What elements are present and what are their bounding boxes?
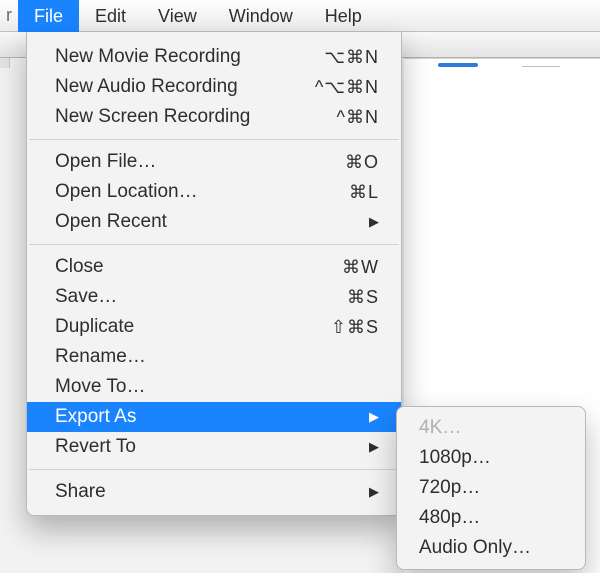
- menu-item-new-screen-recording[interactable]: New Screen Recording ^⌘N: [27, 102, 401, 132]
- menu-item-label: Open Recent: [55, 211, 363, 233]
- menu-item-shortcut: ⇧⌘S: [289, 317, 379, 338]
- submenu-item-label: 720p…: [419, 477, 480, 499]
- menu-item-edit[interactable]: Edit: [79, 0, 142, 32]
- menu-item-shortcut: ⌘L: [289, 182, 379, 203]
- file-menu-dropdown: New Movie Recording ⌥⌘N New Audio Record…: [26, 32, 402, 516]
- menu-item-open-recent[interactable]: Open Recent ▶: [27, 207, 401, 237]
- menu-item-help[interactable]: Help: [309, 0, 378, 32]
- submenu-item-480p[interactable]: 480p…: [397, 503, 585, 533]
- menu-item-revert-to[interactable]: Revert To ▶: [27, 432, 401, 462]
- submenu-item-label: Audio Only…: [419, 537, 531, 559]
- menu-separator: [29, 244, 399, 245]
- menu-item-label: Open File…: [55, 151, 289, 173]
- submenu-item-label: 4K…: [419, 417, 461, 439]
- menu-item-export-as[interactable]: Export As ▶: [27, 402, 401, 432]
- submenu-arrow-icon: ▶: [363, 484, 379, 500]
- menu-item-open-file[interactable]: Open File… ⌘O: [27, 147, 401, 177]
- submenu-item-label: 1080p…: [419, 447, 491, 469]
- menu-item-label: New Screen Recording: [55, 106, 289, 128]
- menu-item-label: Export As: [55, 406, 363, 428]
- menu-item-view[interactable]: View: [142, 0, 213, 32]
- menu-item-label: Open Location…: [55, 181, 289, 203]
- export-as-submenu: 4K… 1080p… 720p… 480p… Audio Only…: [396, 406, 586, 570]
- submenu-item-720p[interactable]: 720p…: [397, 473, 585, 503]
- left-edge-sliver: [0, 58, 10, 68]
- menu-item-label: Save…: [55, 286, 289, 308]
- submenu-item-4k: 4K…: [397, 413, 585, 443]
- menu-separator: [29, 469, 399, 470]
- menu-item-share[interactable]: Share ▶: [27, 477, 401, 507]
- menu-item-label: Rename…: [55, 346, 379, 368]
- menu-item-save[interactable]: Save… ⌘S: [27, 282, 401, 312]
- menu-item-label: Duplicate: [55, 316, 289, 338]
- submenu-arrow-icon: ▶: [363, 214, 379, 230]
- submenu-item-audio-only[interactable]: Audio Only…: [397, 533, 585, 563]
- menu-item-move-to[interactable]: Move To…: [27, 372, 401, 402]
- menu-item-new-audio-recording[interactable]: New Audio Recording ^⌥⌘N: [27, 72, 401, 102]
- menu-item-close[interactable]: Close ⌘W: [27, 252, 401, 282]
- menu-item-shortcut: ⌥⌘N: [289, 47, 379, 68]
- menu-item-duplicate[interactable]: Duplicate ⇧⌘S: [27, 312, 401, 342]
- menu-item-label: Share: [55, 481, 363, 503]
- menu-item-rename[interactable]: Rename…: [27, 342, 401, 372]
- menu-item-truncated: r: [4, 1, 18, 30]
- menu-item-shortcut: ^⌥⌘N: [289, 77, 379, 98]
- menu-item-shortcut: ⌘W: [289, 257, 379, 278]
- menu-item-shortcut: ^⌘N: [289, 107, 379, 128]
- menu-separator: [29, 139, 399, 140]
- menu-item-label: Revert To: [55, 436, 363, 458]
- menu-item-file[interactable]: File: [18, 0, 79, 32]
- menu-item-new-movie-recording[interactable]: New Movie Recording ⌥⌘N: [27, 42, 401, 72]
- menu-item-label: Close: [55, 256, 289, 278]
- submenu-item-1080p[interactable]: 1080p…: [397, 443, 585, 473]
- submenu-item-label: 480p…: [419, 507, 480, 529]
- menu-item-label: Move To…: [55, 376, 379, 398]
- menu-item-shortcut: ⌘O: [289, 152, 379, 173]
- menubar: r File Edit View Window Help: [0, 0, 600, 32]
- menu-item-label: New Movie Recording: [55, 46, 289, 68]
- menu-item-open-location[interactable]: Open Location… ⌘L: [27, 177, 401, 207]
- submenu-arrow-icon: ▶: [363, 409, 379, 425]
- submenu-arrow-icon: ▶: [363, 439, 379, 455]
- menu-item-window[interactable]: Window: [213, 0, 309, 32]
- menu-item-label: New Audio Recording: [55, 76, 289, 98]
- menu-item-shortcut: ⌘S: [289, 287, 379, 308]
